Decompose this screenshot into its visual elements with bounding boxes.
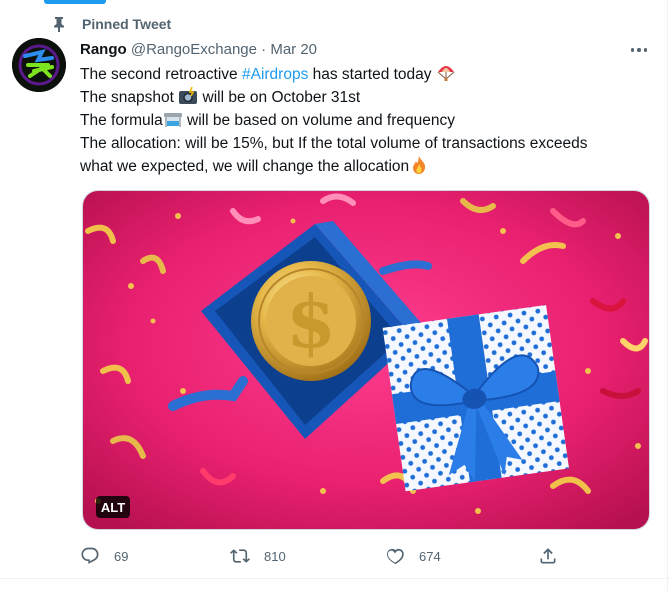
like-count: 674 — [419, 548, 441, 564]
reply-icon — [81, 547, 99, 564]
tweet-text: The second retroactive #Airdrops has sta… — [80, 63, 652, 178]
avatar[interactable] — [12, 38, 66, 92]
tweet-header: Rango @RangoExchange · Mar 20 — [80, 40, 317, 60]
like-button[interactable]: 674 — [385, 545, 441, 567]
retweet-count: 810 — [264, 548, 286, 564]
heart-icon — [387, 548, 404, 565]
tweet-date[interactable]: Mar 20 — [270, 41, 317, 58]
author-name[interactable]: Rango — [80, 41, 127, 58]
fire-icon — [409, 156, 429, 174]
tweet-divider — [0, 578, 670, 579]
share-button[interactable] — [538, 545, 558, 567]
tweet-line-2: The snapshot will be on October 31st — [80, 86, 361, 106]
tweet-actions: 69 810 674 — [80, 545, 560, 567]
tweet-line-5: what we expected, we will change the all… — [80, 155, 652, 178]
tweet-line-1: The second retroactive #Airdrops has sta… — [80, 63, 652, 86]
separator-dot: · — [261, 41, 267, 58]
tweet-media-image[interactable]: $ — [82, 190, 650, 530]
retweet-button[interactable]: 810 — [230, 545, 286, 567]
pinned-indicator: Pinned Tweet — [52, 14, 171, 34]
reply-button[interactable]: 69 — [80, 545, 128, 567]
more-options-button[interactable] — [626, 40, 652, 60]
camera-flash-icon — [178, 86, 198, 105]
gift-box-coin-image: $ — [83, 191, 649, 529]
tweet-line-3: The formula will be based on volume and … — [80, 110, 455, 129]
author-handle[interactable]: @RangoExchange — [131, 41, 257, 58]
reply-count: 69 — [114, 548, 129, 564]
alt-text-badge[interactable]: ALT — [96, 496, 130, 518]
hashtag-link[interactable]: #Airdrops — [242, 66, 308, 83]
tweet-line-4: The allocation: will be 15%, but If the … — [80, 135, 588, 152]
parachute-icon — [436, 64, 456, 82]
svg-text:$: $ — [286, 279, 336, 364]
pinned-label: Pinned Tweet — [82, 16, 172, 32]
test-tube-icon — [163, 110, 183, 128]
share-icon — [540, 548, 556, 564]
retweet-icon — [230, 549, 250, 563]
active-tab-indicator — [44, 0, 106, 4]
more-icon — [630, 48, 635, 52]
column-border — [667, 0, 668, 592]
pin-icon — [52, 16, 66, 32]
